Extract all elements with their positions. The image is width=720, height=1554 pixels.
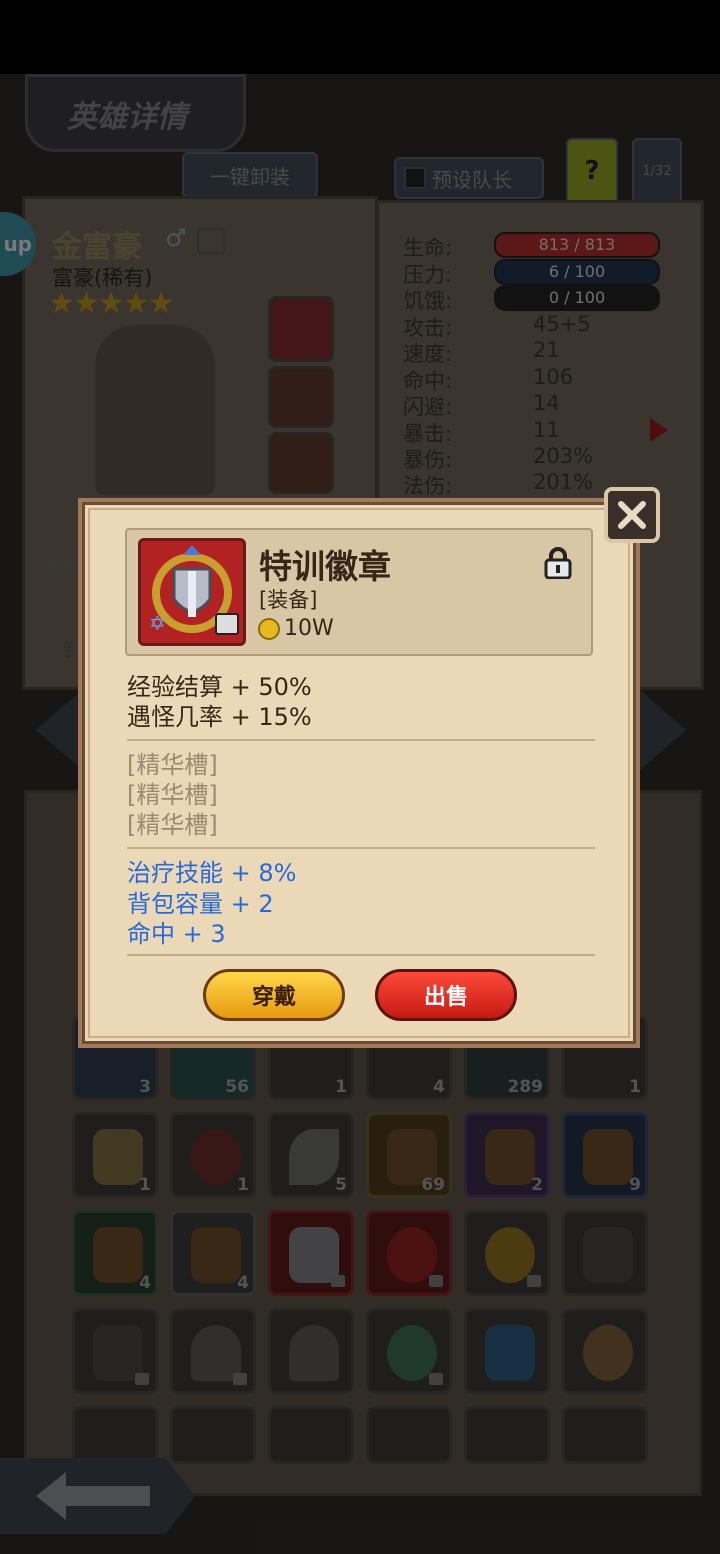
base-stat-encounter: 遇怪几率 + 15% [127, 703, 312, 731]
star-of-david-icon: ✡ [149, 611, 166, 635]
divider [127, 739, 595, 741]
equip-slot-2[interactable] [268, 366, 334, 428]
item-price: 10W [284, 616, 334, 641]
shield-icon [583, 1227, 633, 1283]
chest-icon [583, 1129, 633, 1185]
stat-label-hp: 生命: [403, 236, 453, 260]
inventory-slot-ring[interactable] [366, 1308, 452, 1394]
inventory-slot-ring[interactable] [464, 1210, 550, 1296]
lock-icon [429, 1373, 443, 1385]
equip-slot-3[interactable] [268, 432, 334, 494]
close-icon [618, 501, 646, 529]
helmet-icon [485, 1325, 535, 1381]
inventory-slot-chest-blue[interactable]: 9 [562, 1112, 648, 1198]
inventory-slot-hood[interactable] [268, 1308, 354, 1394]
inventory-slot[interactable] [562, 1406, 648, 1464]
male-icon: ♂ [165, 224, 187, 252]
back-arrow-shaft [64, 1486, 150, 1506]
stat-bar-stress: 6 / 100 [494, 259, 660, 285]
checkbox-icon[interactable] [404, 167, 426, 189]
preset-leader-label: 预设队长 [432, 167, 512, 192]
inventory-slot-shield[interactable] [562, 1210, 648, 1296]
inventory-slot-feather[interactable]: 5 [268, 1112, 354, 1198]
inventory-slot[interactable] [464, 1406, 550, 1464]
sell-button[interactable]: 出售 [375, 969, 517, 1021]
inventory-slot-chest-green[interactable]: 4 [72, 1210, 158, 1296]
equip-slot-1[interactable] [268, 296, 334, 362]
level-label: 等 [50, 552, 70, 576]
inventory-slot-mask[interactable]: 1 [170, 1112, 256, 1198]
lock-icon [135, 1373, 149, 1385]
lock-icon [429, 1275, 443, 1287]
wear-button[interactable]: 穿戴 [203, 969, 345, 1021]
inventory-slot[interactable] [366, 1406, 452, 1464]
unequip-all-button[interactable]: 一键卸装 [182, 152, 318, 198]
next-arrow-icon[interactable] [650, 418, 668, 442]
status-bar [0, 0, 720, 74]
stat-value-speed: 21 [533, 338, 560, 362]
lock-icon [215, 613, 239, 635]
item-name: 特训徽章 [259, 547, 391, 586]
divider [127, 847, 595, 849]
star-rating: ★★★★★ [48, 286, 174, 321]
inventory-slot-helmet[interactable] [464, 1308, 550, 1394]
stat-label-hunger: 饥饿: [403, 289, 453, 313]
ticket-icon [93, 1129, 143, 1185]
stat-value-dodge: 14 [533, 391, 560, 415]
lock-icon [527, 1275, 541, 1287]
hero-name: 金富豪 [52, 230, 142, 265]
stat-label-magicdmg: 法伤: [403, 474, 453, 498]
page-counter: 1/32 [632, 138, 682, 204]
stat-bar-hunger: 0 / 100 [494, 285, 660, 311]
stat-value-magicdmg: 201% [533, 470, 594, 494]
help-button[interactable]: ? [566, 138, 618, 204]
mask-icon [191, 1129, 241, 1185]
hood-icon [289, 1325, 339, 1381]
inventory-slot[interactable] [170, 1406, 256, 1464]
stat-label-dodge: 闪避: [403, 395, 453, 419]
lock-toggle-icon[interactable] [543, 547, 573, 579]
inventory-slot-amulet[interactable] [366, 1210, 452, 1296]
chest-icon [485, 1129, 535, 1185]
edit-name-icon[interactable] [197, 228, 225, 254]
essence-slot[interactable]: [精华槽] [127, 805, 218, 840]
divider [127, 954, 595, 956]
chest-icon [93, 1227, 143, 1283]
stat-bar-hp: 813 / 813 [494, 232, 660, 258]
inventory-slot-chest-grey[interactable]: 4 [170, 1210, 256, 1296]
stat-value-attack: 45+5 [533, 312, 591, 336]
inventory-slot-chest[interactable]: 69 [366, 1112, 452, 1198]
coin-icon [258, 618, 280, 640]
inventory-slot-chest-purple[interactable]: 2 [464, 1112, 550, 1198]
hero-portrait [95, 325, 215, 495]
inventory-slot-ticket[interactable]: 1 [72, 1112, 158, 1198]
stat-value-critdmg: 203% [533, 444, 594, 468]
inventory-slot-shield[interactable] [72, 1308, 158, 1394]
back-button[interactable] [0, 1458, 195, 1534]
inventory-slot[interactable] [72, 1406, 158, 1464]
stat-value-crit: 11 [533, 418, 560, 442]
page-title: 英雄详情 [67, 100, 187, 135]
preset-leader-toggle[interactable]: 预设队长 [394, 157, 544, 199]
lock-icon [233, 1373, 247, 1385]
stat-value-hit: 106 [533, 365, 574, 389]
inventory-slot-doll[interactable] [562, 1308, 648, 1394]
feather-icon [289, 1129, 339, 1185]
stat-label-speed: 速度: [403, 342, 453, 366]
back-arrow-icon [36, 1472, 66, 1520]
close-button[interactable] [604, 487, 660, 543]
bonus-stat-hit: 命中 + 3 [127, 920, 226, 948]
lock-icon [331, 1275, 345, 1287]
item-icon-frame: ✡ [138, 538, 246, 646]
doll-icon [583, 1325, 633, 1381]
inventory-slot-badge[interactable] [268, 1210, 354, 1296]
inventory-slot-hood[interactable] [170, 1308, 256, 1394]
item-type: [装备] [259, 588, 318, 612]
chest-icon [191, 1227, 241, 1283]
bonus-stat-heal: 治疗技能 + 8% [127, 859, 297, 887]
inventory-slot[interactable] [268, 1406, 354, 1464]
